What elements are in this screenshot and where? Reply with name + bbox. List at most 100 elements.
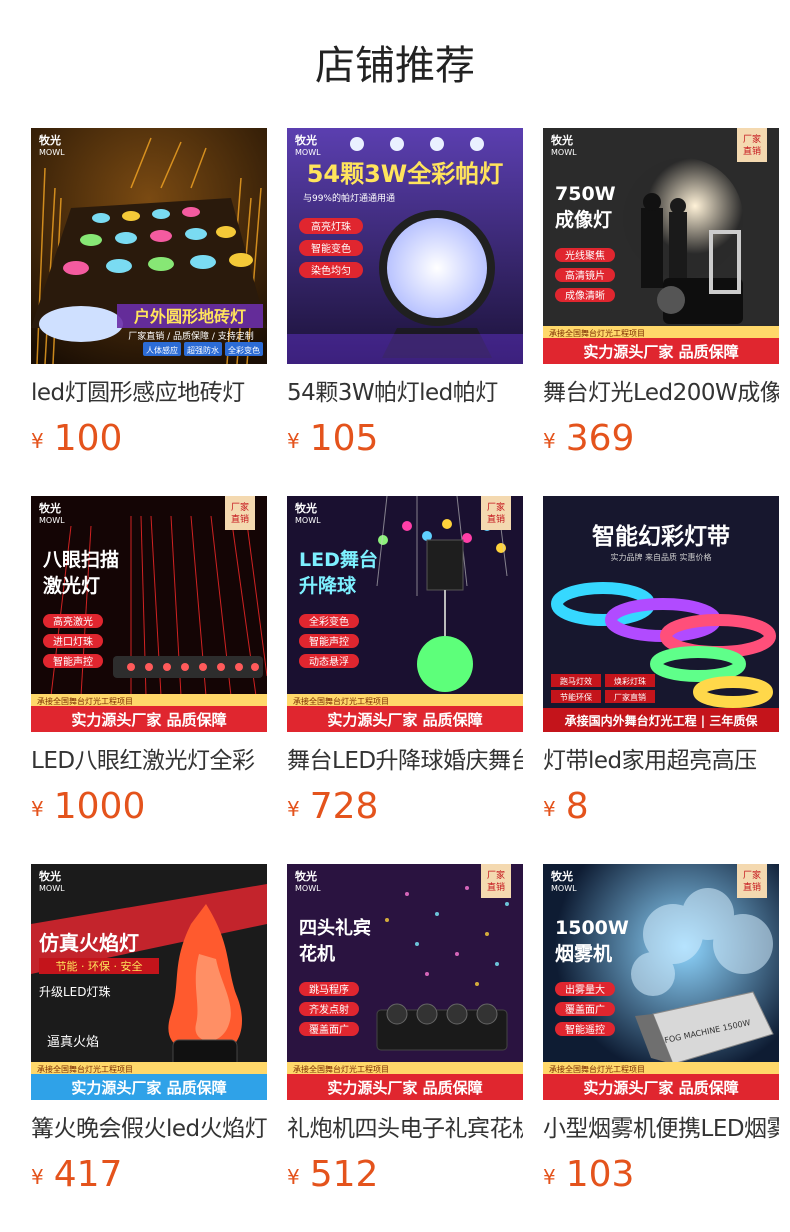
svg-text:升降球: 升降球 (299, 574, 357, 597)
product-image[interactable]: 750W 成像灯 光线聚焦 高清镜片 成像清晰 承接全国舞台灯光工程项目 实力源… (543, 128, 779, 364)
svg-text:实力源头厂家 品质保障: 实力源头厂家 品质保障 (583, 1079, 738, 1097)
svg-text:超强防水: 超强防水 (187, 345, 219, 355)
svg-text:实力源头厂家 品质保障: 实力源头厂家 品质保障 (71, 711, 226, 729)
factory-tag: 厂家 (487, 869, 505, 881)
svg-text:升级LED灯珠: 升级LED灯珠 (39, 985, 111, 999)
svg-text:750W: 750W (555, 183, 616, 205)
product-card[interactable]: LED舞台 升降球 全彩变色 智能声控 动态悬浮 承接全国舞台灯光工程项目 实力… (287, 496, 523, 836)
svg-text:牧光: 牧光 (39, 501, 61, 515)
svg-text:MOWL: MOWL (295, 884, 321, 893)
svg-text:八眼扫描: 八眼扫描 (43, 548, 119, 571)
product-image[interactable]: 户外圆形地砖灯 厂家直销 / 品质保障 / 支持定制 人体感应 超强防水 全彩变… (31, 128, 267, 364)
product-card[interactable]: 54颗3W全彩帕灯 与99%的帕灯通通用通 高亮灯珠 智能变色 染色均匀 牧光 … (287, 128, 523, 468)
svg-text:四头礼宾: 四头礼宾 (299, 917, 371, 939)
factory-tag: 厂家 (231, 501, 249, 513)
product-price: ¥417 (31, 1154, 123, 1195)
product-card[interactable]: 智能幻彩灯带 实力品牌 来自品质 实惠价格 跑马灯效 焕彩灯珠 节能环保 厂家直… (543, 496, 779, 836)
svg-text:成像清晰: 成像清晰 (565, 289, 605, 302)
svg-text:节能 · 环保 · 安全: 节能 · 环保 · 安全 (56, 959, 143, 973)
svg-text:厂家直销: 厂家直销 (614, 692, 646, 702)
product-name[interactable]: 舞台灯光Led200W成像灯 (543, 378, 779, 408)
product-price: ¥1000 (31, 786, 146, 827)
svg-text:覆盖面广: 覆盖面广 (565, 1003, 605, 1016)
svg-text:直销: 直销 (231, 513, 249, 525)
svg-text:高清镜片: 高清镜片 (565, 269, 605, 282)
svg-text:MOWL: MOWL (39, 884, 65, 893)
product-image[interactable]: LED舞台 升降球 全彩变色 智能声控 动态悬浮 承接全国舞台灯光工程项目 实力… (287, 496, 523, 732)
svg-text:直销: 直销 (487, 881, 505, 893)
product-name[interactable]: 礼炮机四头电子礼宾花机 (287, 1114, 523, 1144)
product-card[interactable]: FOG MACHINE 1500W 1500W 烟雾机 出雾量大 覆盖面广 智能… (543, 864, 779, 1204)
svg-text:牧光: 牧光 (39, 869, 61, 883)
svg-text:1500W: 1500W (555, 917, 629, 939)
svg-text:与99%的帕灯通通用通: 与99%的帕灯通通用通 (303, 192, 395, 204)
product-image[interactable]: 四头礼宾 花机 跳马程序 齐发点射 覆盖面广 承接全国舞台灯光工程项目 实力源头… (287, 864, 523, 1100)
product-name[interactable]: 舞台LED升降球婚庆舞台 (287, 746, 523, 776)
svg-text:智能变色: 智能变色 (311, 242, 351, 255)
product-image[interactable]: 仿真火焰灯 节能 · 环保 · 安全 升级LED灯珠 逼真火焰 承接全国舞台灯光… (31, 864, 267, 1100)
svg-text:承接国内外舞台灯光工程 | 三年质保: 承接国内外舞台灯光工程 | 三年质保 (565, 713, 759, 728)
product-price: ¥100 (31, 418, 123, 459)
product-card[interactable]: 八眼扫描 激光灯 高亮激光 进口灯珠 智能声控 承接全国舞台灯光工程项目 实力源… (31, 496, 267, 836)
svg-text:直销: 直销 (743, 881, 761, 893)
svg-text:成像灯: 成像灯 (555, 208, 612, 231)
svg-text:直销: 直销 (743, 145, 761, 157)
product-name[interactable]: 篝火晚会假火led火焰灯 (31, 1114, 267, 1144)
product-price: ¥103 (543, 1154, 635, 1195)
product-name[interactable]: 灯带led家用超亮高压 (543, 746, 779, 776)
svg-text:进口灯珠: 进口灯珠 (53, 635, 93, 648)
svg-text:承接全国舞台灯光工程项目: 承接全国舞台灯光工程项目 (549, 328, 645, 338)
svg-text:LED舞台: LED舞台 (299, 548, 378, 571)
product-price: ¥512 (287, 1154, 379, 1195)
svg-text:实力源头厂家 品质保障: 实力源头厂家 品质保障 (327, 711, 482, 729)
svg-text:实力源头厂家 品质保障: 实力源头厂家 品质保障 (327, 1079, 482, 1097)
svg-text:直销: 直销 (487, 513, 505, 525)
product-image[interactable]: FOG MACHINE 1500W 1500W 烟雾机 出雾量大 覆盖面广 智能… (543, 864, 779, 1100)
svg-text:节能环保: 节能环保 (560, 692, 592, 702)
svg-text:高亮灯珠: 高亮灯珠 (311, 220, 351, 233)
page-title: 店铺推荐 (315, 43, 475, 89)
svg-text:MOWL: MOWL (551, 884, 577, 893)
svg-text:高亮激光: 高亮激光 (53, 615, 93, 628)
svg-text:动态悬浮: 动态悬浮 (309, 655, 349, 668)
svg-text:牧光: 牧光 (551, 869, 573, 883)
svg-text:跑马灯效: 跑马灯效 (560, 676, 592, 686)
factory-tag: 厂家 (743, 133, 761, 145)
svg-text:覆盖面广: 覆盖面广 (309, 1023, 349, 1036)
svg-text:焕彩灯珠: 焕彩灯珠 (614, 676, 646, 686)
svg-text:牧光: 牧光 (551, 133, 573, 147)
svg-text:智能遥控: 智能遥控 (565, 1023, 605, 1036)
svg-text:MOWL: MOWL (295, 148, 321, 157)
svg-text:全彩变色: 全彩变色 (309, 615, 349, 628)
svg-text:智能声控: 智能声控 (53, 655, 93, 668)
product-card[interactable]: 仿真火焰灯 节能 · 环保 · 安全 升级LED灯珠 逼真火焰 承接全国舞台灯光… (31, 864, 267, 1204)
product-card[interactable]: 户外圆形地砖灯 厂家直销 / 品质保障 / 支持定制 人体感应 超强防水 全彩变… (31, 128, 267, 468)
product-card[interactable]: 四头礼宾 花机 跳马程序 齐发点射 覆盖面广 承接全国舞台灯光工程项目 实力源头… (287, 864, 523, 1204)
factory-tag: 厂家 (743, 869, 761, 881)
product-price: ¥8 (543, 786, 589, 827)
svg-text:承接全国舞台灯光工程项目: 承接全国舞台灯光工程项目 (37, 1064, 133, 1074)
svg-text:MOWL: MOWL (295, 516, 321, 525)
svg-text:牧光: 牧光 (295, 869, 317, 883)
svg-text:逼真火焰: 逼真火焰 (47, 1035, 99, 1050)
svg-text:MOWL: MOWL (39, 516, 65, 525)
product-image[interactable]: 八眼扫描 激光灯 高亮激光 进口灯珠 智能声控 承接全国舞台灯光工程项目 实力源… (31, 496, 267, 732)
svg-text:智能幻彩灯带: 智能幻彩灯带 (592, 523, 730, 550)
product-name[interactable]: LED八眼红激光灯全彩 (31, 746, 267, 776)
svg-text:花机: 花机 (299, 943, 335, 965)
product-image[interactable]: 智能幻彩灯带 实力品牌 来自品质 实惠价格 跑马灯效 焕彩灯珠 节能环保 厂家直… (543, 496, 779, 732)
svg-text:实力源头厂家 品质保障: 实力源头厂家 品质保障 (71, 1079, 226, 1097)
product-price: ¥728 (287, 786, 379, 827)
svg-text:激光灯: 激光灯 (43, 574, 100, 597)
svg-text:人体感应: 人体感应 (146, 345, 178, 355)
banner-text: 户外圆形地砖灯 (134, 307, 246, 326)
product-card[interactable]: 750W 成像灯 光线聚焦 高清镜片 成像清晰 承接全国舞台灯光工程项目 实力源… (543, 128, 779, 468)
product-name[interactable]: 54颗3W帕灯led帕灯 (287, 378, 523, 408)
svg-text:承接全国舞台灯光工程项目: 承接全国舞台灯光工程项目 (37, 696, 133, 706)
product-image[interactable]: 54颗3W全彩帕灯 与99%的帕灯通通用通 高亮灯珠 智能变色 染色均匀 牧光 … (287, 128, 523, 364)
svg-text:出雾量大: 出雾量大 (565, 983, 605, 996)
svg-text:染色均匀: 染色均匀 (311, 264, 351, 277)
svg-text:智能声控: 智能声控 (309, 635, 349, 648)
product-name[interactable]: 小型烟雾机便携LED烟雾机 (543, 1114, 779, 1144)
product-name[interactable]: led灯圆形感应地砖灯 (31, 378, 267, 408)
